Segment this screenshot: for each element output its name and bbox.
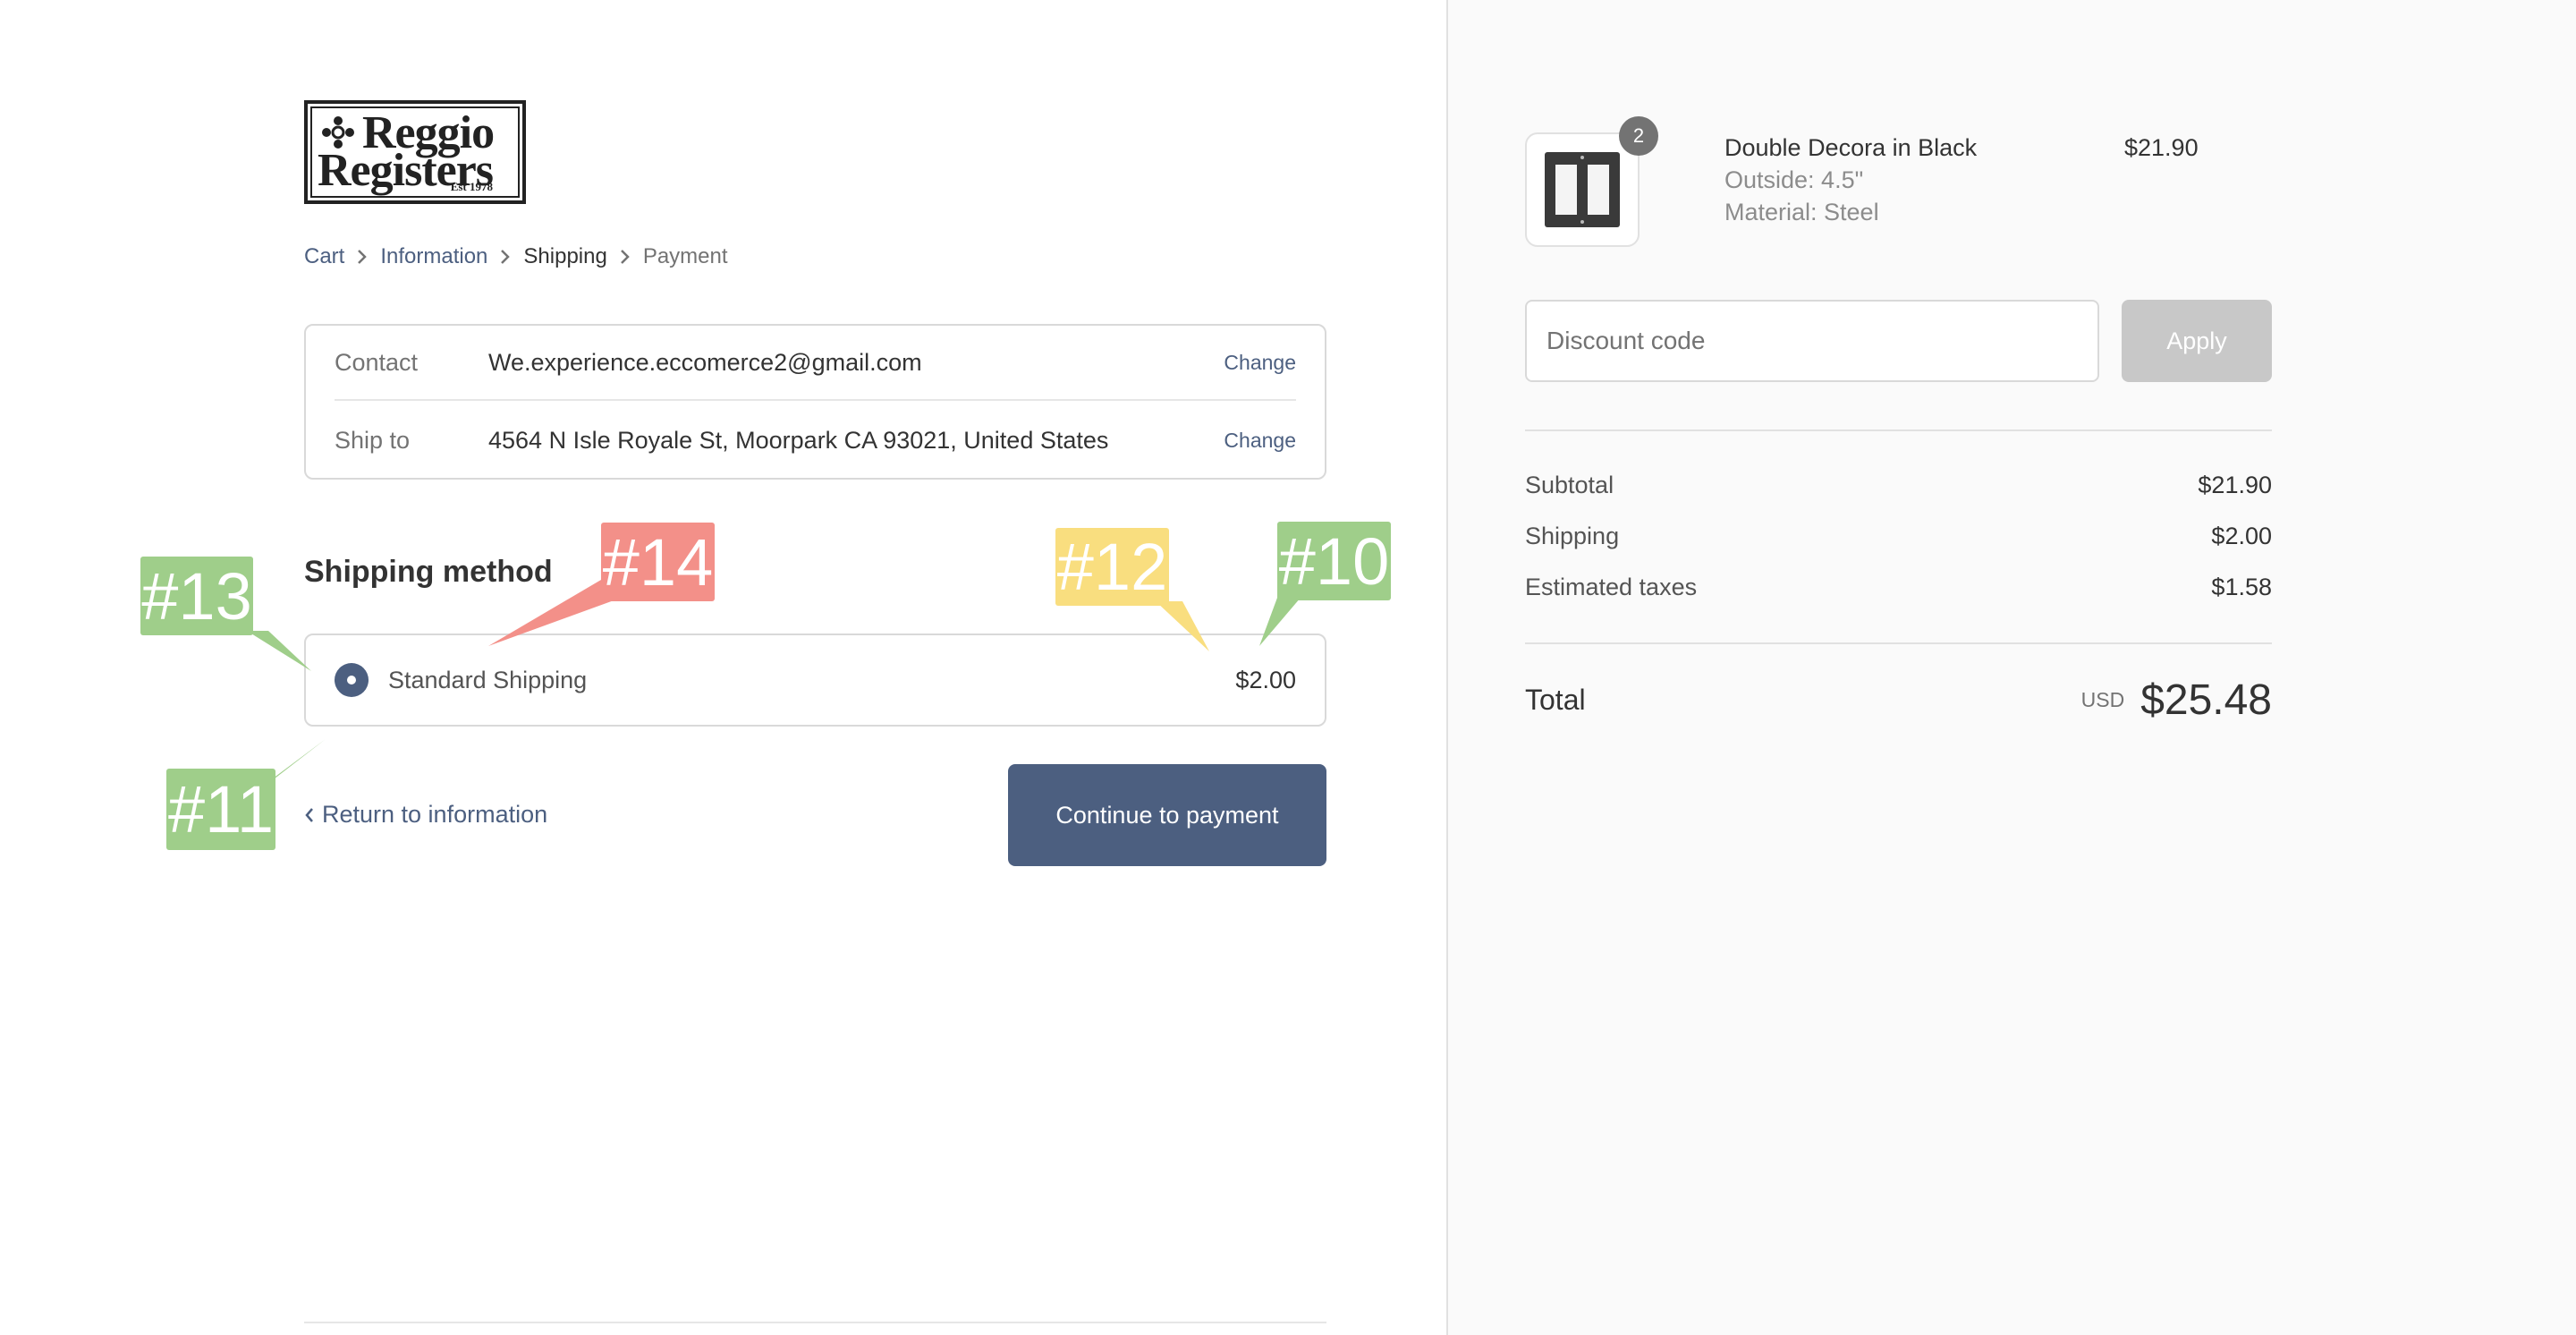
shipping-value: $2.00	[2211, 523, 2272, 549]
product-thumbnail	[1525, 132, 1640, 247]
annotation-14: #14	[601, 523, 715, 601]
chevron-right-icon	[487, 243, 523, 270]
shipping-option-standard[interactable]: Standard Shipping $2.00	[304, 633, 1326, 727]
quantity-badge: 2	[1619, 116, 1658, 156]
logo-est: Est 1978	[450, 180, 493, 193]
subtotal-row: Subtotal $21.90	[1525, 472, 2272, 499]
divider	[1525, 642, 2272, 644]
breadcrumb-payment: Payment	[642, 244, 728, 268]
taxes-label: Estimated taxes	[1525, 574, 1698, 600]
subtotal-value: $21.90	[2198, 472, 2272, 498]
annotation-13: #13	[140, 557, 253, 635]
total-row: Total USD $25.48	[1525, 676, 2272, 724]
shipping-radio[interactable]	[335, 663, 369, 697]
change-contact-link[interactable]: Change	[1224, 351, 1296, 375]
continue-to-payment-button[interactable]: Continue to payment	[1008, 764, 1326, 866]
chevron-right-icon	[607, 243, 643, 270]
review-contact-value: We.experience.eccomerce2@gmail.com	[488, 348, 922, 376]
annotation-12: #12	[1055, 528, 1169, 606]
review-contact-label: Contact	[335, 348, 419, 376]
divider	[1525, 429, 2272, 431]
footer-divider	[304, 1322, 1326, 1323]
discount-code-input[interactable]	[1525, 300, 2099, 382]
shipping-row: Shipping $2.00	[1525, 523, 2272, 550]
store-logo[interactable]: Reggio Registers Est 1978	[304, 100, 526, 204]
breadcrumb-cart[interactable]: Cart	[304, 244, 344, 269]
total-value: $25.48	[2140, 676, 2272, 724]
shipping-method-title: Shipping method	[304, 555, 553, 589]
annotation-10: #10	[1277, 522, 1391, 600]
shipping-option-name: Standard Shipping	[388, 666, 588, 693]
product-name: Double Decora in Black	[1724, 134, 1978, 161]
review-block: Contact We.experience.eccomerce2@gmail.c…	[304, 324, 1326, 480]
total-currency: USD	[2080, 687, 2125, 711]
chevron-right-icon	[344, 243, 380, 270]
shipping-option-price: $2.00	[1235, 666, 1296, 693]
wall-plate-icon	[1545, 152, 1620, 227]
main-content: Reggio Registers Est 1978 Cart Informati…	[0, 0, 1446, 1335]
chevron-left-icon	[305, 807, 313, 822]
return-to-information-link[interactable]: Return to information	[304, 801, 547, 829]
breadcrumb-shipping: Shipping	[523, 244, 607, 268]
breadcrumb: Cart Information Shipping Payment	[304, 243, 728, 270]
annotation-11: #11	[166, 769, 275, 850]
order-summary-sidebar: 2 Double Decora in Black Outside: 4.5" M…	[1446, 0, 2576, 1335]
taxes-row: Estimated taxes $1.58	[1525, 574, 2272, 601]
change-shipto-link[interactable]: Change	[1224, 429, 1296, 453]
total-label: Total	[1525, 683, 1586, 716]
review-shipto-value: 4564 N Isle Royale St, Moorpark CA 93021…	[488, 426, 1109, 454]
review-shipto-label: Ship to	[335, 426, 411, 454]
review-shipto-row: Ship to 4564 N Isle Royale St, Moorpark …	[335, 403, 1296, 478]
return-link-label: Return to information	[322, 801, 548, 828]
shipping-label: Shipping	[1525, 523, 1620, 549]
apply-discount-button[interactable]: Apply	[2122, 300, 2272, 382]
taxes-value: $1.58	[2211, 574, 2272, 600]
subtotal-label: Subtotal	[1525, 472, 1614, 498]
breadcrumb-information[interactable]: Information	[380, 244, 487, 269]
product-option-material: Material: Steel	[1724, 199, 1879, 225]
product-option-outside: Outside: 4.5"	[1724, 166, 1864, 193]
product-price: $21.90	[2124, 134, 2199, 161]
review-contact-row: Contact We.experience.eccomerce2@gmail.c…	[335, 326, 1296, 401]
